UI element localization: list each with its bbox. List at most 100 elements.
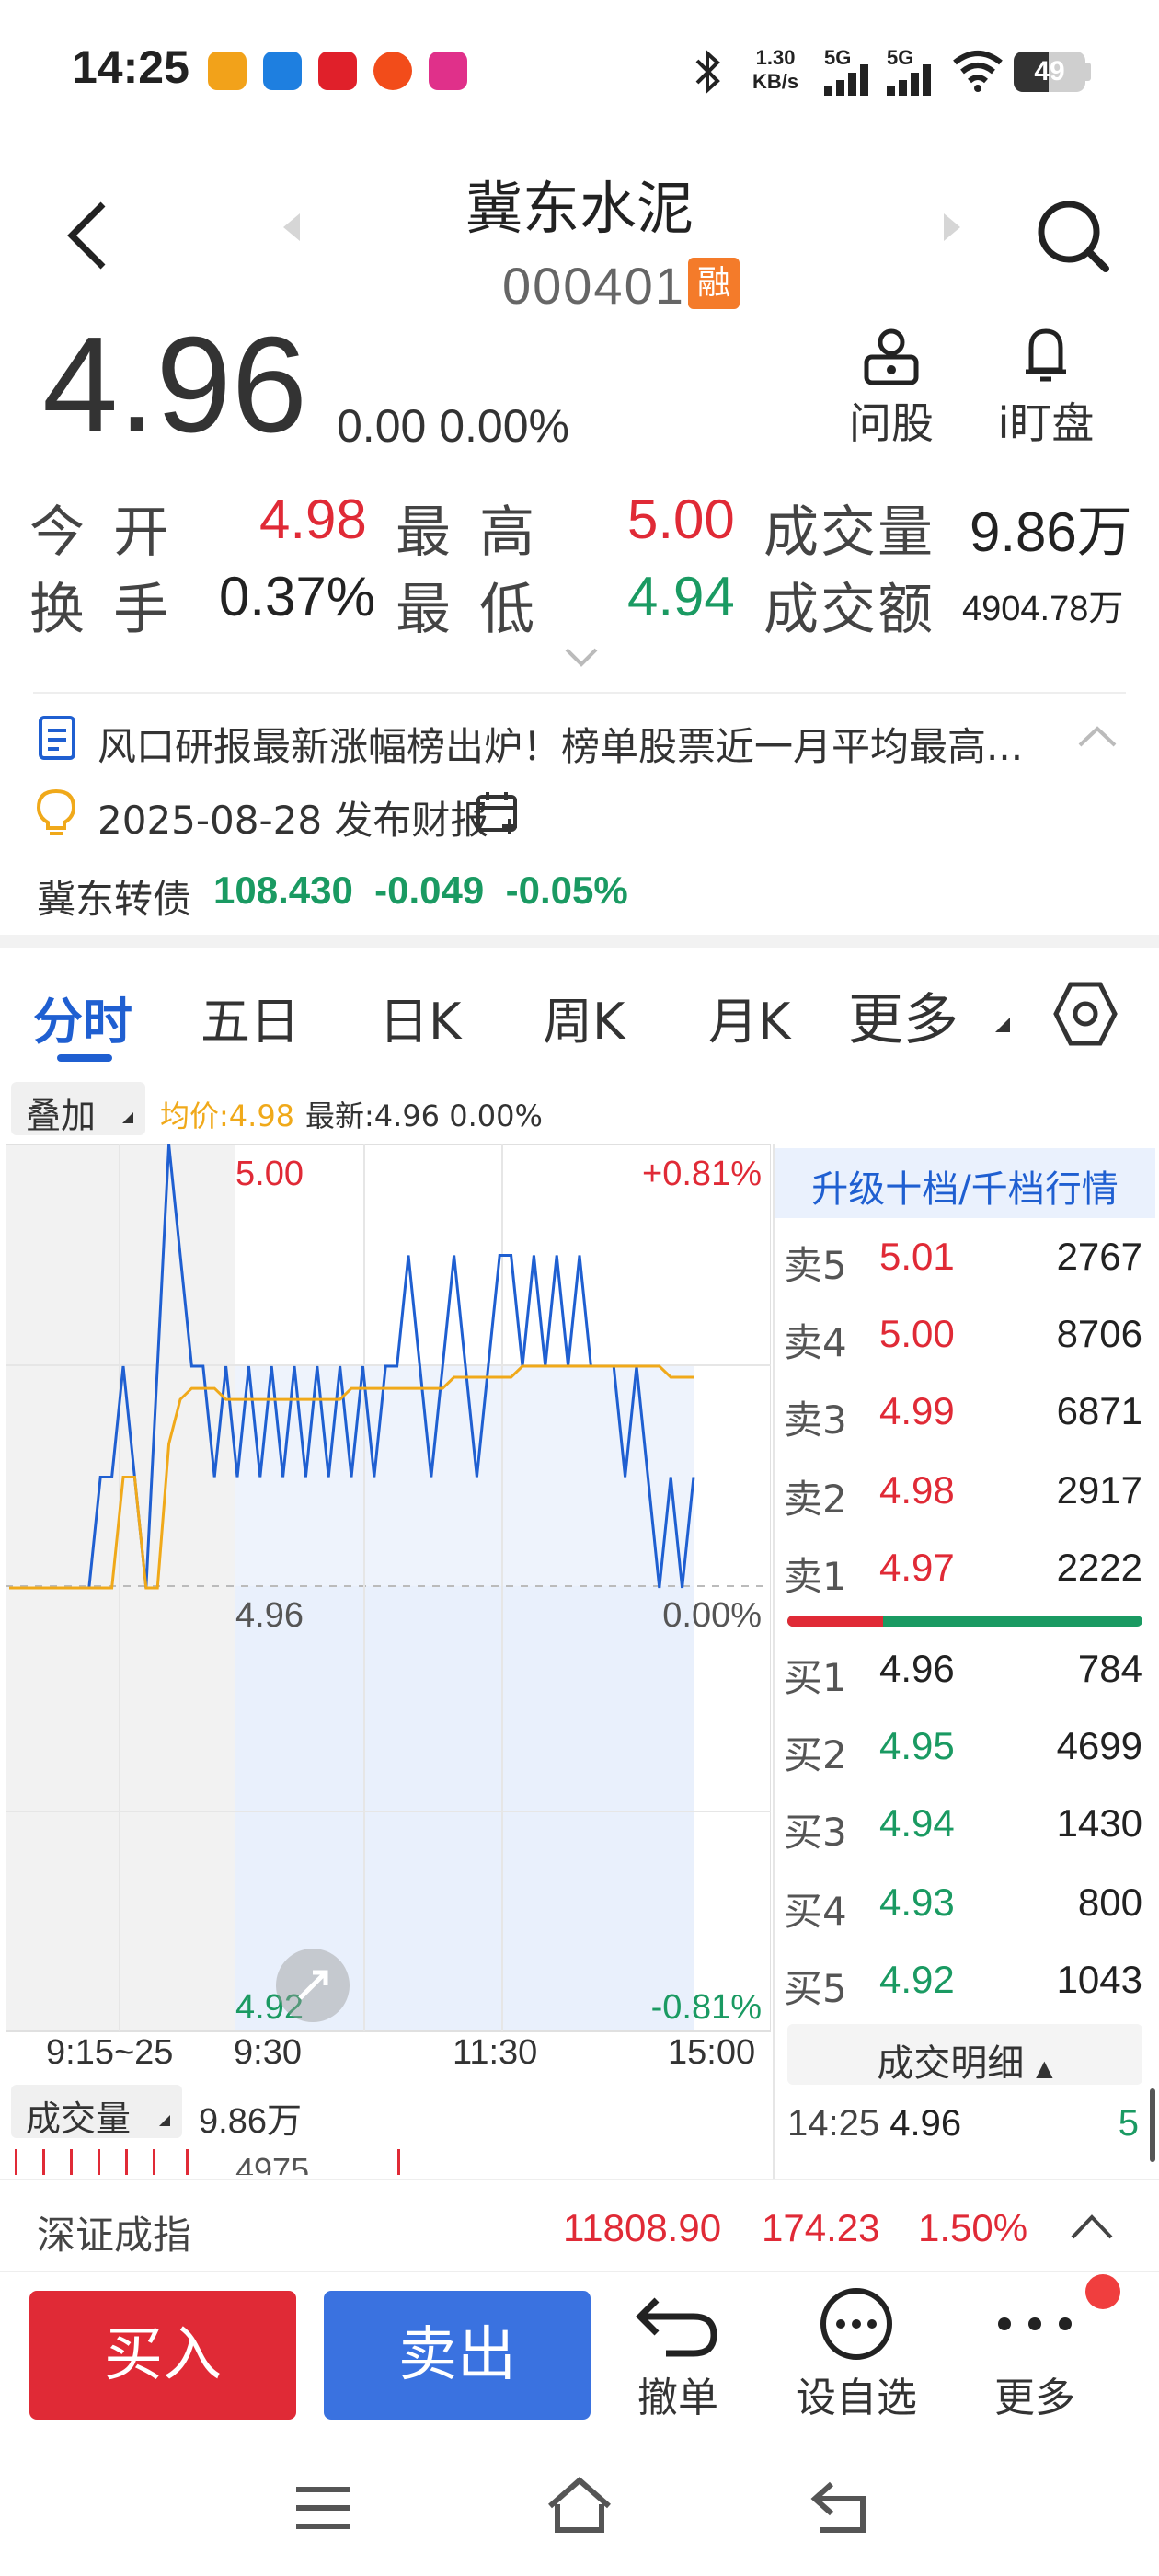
margin-badge: 融 [688, 258, 740, 309]
status-bar: 14:25 1.30 KB/s 5G 5G 49 [0, 0, 1159, 138]
tab-daily-k[interactable]: 日K [379, 981, 461, 1053]
dropdown-triangle-icon [159, 2115, 170, 2126]
document-icon [39, 716, 75, 760]
tab-weekly-k[interactable]: 周K [543, 981, 625, 1053]
stock-name: 冀东水泥 [465, 175, 694, 242]
watch-button[interactable]: i盯盘 [986, 326, 1106, 451]
signal-strength-icon [887, 64, 931, 96]
intraday-chart[interactable]: 5.00 +0.81% 4.96 0.00% 4.92 -0.81% [6, 1144, 771, 2033]
amount-label: 成交额 [763, 578, 935, 642]
wifi-icon [953, 51, 1003, 92]
cancel-order-label: 撤单 [637, 2375, 718, 2421]
x-label-midday: 11:30 [453, 2033, 538, 2072]
next-stock-icon[interactable] [942, 212, 964, 243]
network-speed: 1.30 KB/s [752, 46, 799, 93]
ask-row: 卖1 4.97 2222 [784, 1546, 1142, 1599]
notification-dot [1085, 2274, 1120, 2309]
high-value: 5.00 [627, 489, 735, 550]
add-favorite-label: 设自选 [796, 2375, 917, 2421]
battery-icon: 49 [1014, 52, 1085, 92]
add-favorite-button[interactable]: 设自选 [778, 2282, 935, 2423]
cancel-order-button[interactable]: 撤单 [600, 2282, 756, 2423]
bid-row: 买4 4.93 800 [784, 1880, 1142, 1934]
stock-code: 000401 [502, 257, 685, 315]
bid-row: 买3 4.94 1430 [784, 1801, 1142, 1855]
ask-row: 卖4 5.00 8706 [784, 1312, 1142, 1365]
ask-row: 卖5 5.01 2767 [784, 1235, 1142, 1288]
x-label-preopen: 9:15~25 [46, 2033, 174, 2072]
tab-monthly-k[interactable]: 月K [708, 981, 790, 1053]
divider [33, 692, 1126, 694]
index-change-pct: 1.50% [918, 2206, 1028, 2249]
volume-axis-value: 4975 [235, 2151, 310, 2175]
overlay-button[interactable]: 叠加 [11, 1082, 145, 1136]
active-tab-indicator [57, 1054, 112, 1062]
index-value: 11808.90 [563, 2206, 722, 2249]
bid-ask-ratio-bar [787, 1616, 1142, 1627]
ask-stock-button[interactable]: 问股 [841, 326, 942, 451]
high-label: 最 高 [396, 500, 541, 565]
upgrade-quote-label: 升级十档/千档行情 [811, 1168, 1119, 1211]
undo-icon [636, 2297, 717, 2357]
news-headline[interactable]: 风口研报最新涨幅榜出炉！榜单股票近一月平均最高... [98, 716, 1023, 772]
calendar-add-icon[interactable] [475, 789, 521, 835]
more-actions-label: 更多 [994, 2375, 1075, 2421]
index-name: 深证成指 [37, 2213, 192, 2258]
battery-tip [1085, 63, 1091, 81]
bid-row: 买1 4.96 784 [784, 1647, 1142, 1700]
status-time: 14:25 [72, 41, 189, 93]
sell-button[interactable]: 卖出 [324, 2291, 591, 2420]
search-icon[interactable] [1036, 199, 1111, 274]
ask-stock-icon [864, 328, 919, 385]
order-book-divider [773, 1144, 775, 2179]
menu-icon[interactable] [293, 2482, 353, 2534]
convertible-bond-name[interactable]: 冀东转债 [37, 868, 191, 925]
app-notification-icon [208, 52, 247, 90]
bid-row: 买5 4.92 1043 [784, 1958, 1142, 2011]
volume-indicator-button[interactable]: 成交量 [11, 2085, 182, 2139]
current-price: 4.96 [42, 309, 308, 461]
index-change: 174.23 [762, 2206, 880, 2249]
price-change: 0.00 0.00% [337, 400, 570, 452]
app-notification-icon [429, 52, 467, 90]
pct-mid-label: 0.00% [662, 1596, 762, 1635]
collapse-chevron-icon[interactable] [1076, 723, 1119, 749]
volume-bars: 4975 [6, 2145, 771, 2175]
trade-detail-scrollbar[interactable] [1150, 2088, 1155, 2162]
index-bar[interactable]: 深证成指 11808.90 174.23 1.50% [0, 2179, 1159, 2272]
latest-price-label: 最新:4.96 0.00% [305, 1098, 543, 1133]
ask-stock-label: 问股 [849, 398, 934, 448]
app-notification-icon [373, 52, 412, 90]
upgrade-quote-button[interactable]: 升级十档/千档行情 [775, 1148, 1155, 1218]
bell-icon [1026, 328, 1066, 382]
overlay-label: 叠加 [26, 1096, 97, 1136]
ask-row: 卖3 4.99 6871 [784, 1389, 1142, 1443]
x-label-open: 9:30 [234, 2033, 302, 2072]
expand-up-chevron-icon[interactable] [1069, 2212, 1115, 2241]
low-label: 最 低 [396, 578, 541, 642]
expand-chevron-icon[interactable] [563, 646, 600, 668]
buy-button[interactable]: 买入 [29, 2291, 296, 2420]
earnings-report-date: 2025-08-28 发布财报 [98, 798, 489, 843]
back-nav-icon[interactable] [808, 2478, 872, 2536]
tab-intraday[interactable]: 分时 [33, 981, 132, 1053]
watch-label: i盯盘 [997, 398, 1095, 448]
convertible-bond-quote: 108.430 -0.049 -0.05% [213, 868, 628, 912]
settings-hexagon-icon[interactable] [1050, 979, 1120, 1049]
average-price-label: 均价:4.98 [160, 1098, 295, 1133]
ask-row: 卖2 4.98 2917 [784, 1468, 1142, 1522]
app-notification-icon [263, 52, 302, 90]
turnover-value: 0.37% [219, 566, 376, 627]
tab-five-day[interactable]: 五日 [201, 981, 300, 1053]
y-mid-label: 4.96 [235, 1596, 304, 1635]
dropdown-triangle-icon [122, 1112, 133, 1123]
amount-value: 4904.78万 [962, 590, 1124, 628]
tab-more[interactable]: 更多 [848, 975, 958, 1055]
bid-row: 买2 4.95 4699 [784, 1724, 1142, 1777]
x-label-close: 15:00 [668, 2033, 756, 2072]
trade-detail-header[interactable]: 成交明细 ▲ [787, 2024, 1142, 2085]
volume-indicator-value: 9.86万 [199, 2102, 302, 2141]
home-icon[interactable] [545, 2475, 614, 2536]
open-label: 今 开 [29, 500, 175, 565]
open-value: 4.98 [259, 489, 367, 550]
